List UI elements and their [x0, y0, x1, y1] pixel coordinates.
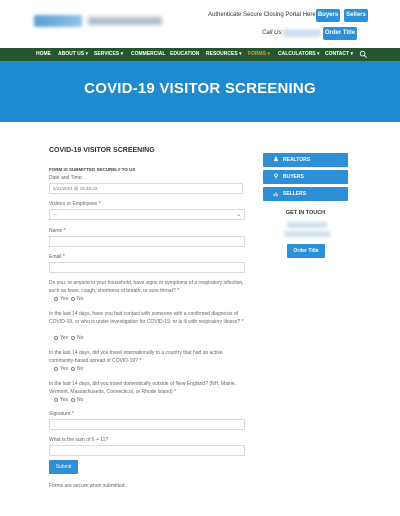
question-4-options: Yes No: [54, 397, 83, 403]
user-tie-icon: ♟: [273, 157, 279, 163]
name-field[interactable]: [49, 236, 245, 247]
visitor-select[interactable]: --- ⌄: [49, 209, 245, 220]
radio-icon[interactable]: [54, 397, 58, 402]
buyers-button[interactable]: Buyers: [316, 9, 340, 22]
form-title: COVID-19 VISITOR SCREENING: [49, 147, 155, 154]
question-2-options: Yes No: [54, 335, 83, 341]
email-label: Email *: [49, 254, 65, 260]
phone-number[interactable]: [283, 29, 321, 37]
signature-label: Signature *: [49, 411, 74, 417]
q4-no-option[interactable]: No: [70, 397, 83, 403]
question-2-label: In the last 14 days, have you had contac…: [49, 311, 244, 325]
site-header: Authenticate Secure Closing Portal Here …: [0, 0, 400, 48]
date-label: Date and Time:: [49, 175, 83, 181]
q1-no-option[interactable]: No: [70, 296, 83, 302]
call-us-label: Call Us:: [262, 30, 284, 36]
secure-portal-text[interactable]: Authenticate Secure Closing Portal Here: [208, 12, 316, 18]
submit-button[interactable]: Submit: [49, 460, 78, 474]
nav-item-contact[interactable]: CONTACT ▾: [325, 48, 353, 61]
nav-item-home[interactable]: HOME: [36, 48, 51, 61]
radio-icon[interactable]: [54, 366, 58, 371]
nav-item-education[interactable]: EDUCATION: [170, 48, 199, 61]
nav-item-about-us[interactable]: ABOUT US ▾: [58, 48, 88, 61]
radio-icon[interactable]: [70, 296, 75, 301]
main-nav: HOME ABOUT US ▾ SERVICES ▾ COMMERCIAL ED…: [0, 48, 400, 61]
question-4-label: In the last 14 days, did you travel dome…: [49, 381, 237, 395]
secure-note: FORM IS SUBMITTED SECURELY TO US: [49, 167, 136, 172]
sellers-button[interactable]: Sellers: [344, 9, 368, 22]
q4-yes-option[interactable]: Yes: [54, 397, 68, 403]
name-label: Name *: [49, 228, 66, 234]
contact-phone[interactable]: [287, 222, 327, 228]
sidebar-item-buyers[interactable]: ⚲ BUYERS: [263, 170, 348, 184]
sidebar-order-title-button[interactable]: Order Title: [287, 244, 325, 258]
contact-email[interactable]: [284, 231, 330, 237]
nav-item-calculators[interactable]: CALCULATORS ▾: [278, 48, 320, 61]
visitor-label: Visitors or Employees *: [49, 201, 101, 207]
q3-no-option[interactable]: No: [70, 366, 83, 372]
search-icon[interactable]: [359, 50, 368, 59]
email-field[interactable]: [49, 262, 245, 273]
key-icon: ⚲: [273, 174, 279, 180]
q2-yes-option[interactable]: Yes: [54, 335, 68, 341]
radio-icon[interactable]: [54, 335, 58, 340]
company-logo[interactable]: [34, 13, 162, 29]
question-3-label: In the last 14 days, did you travel inte…: [49, 350, 223, 364]
date-time-field[interactable]: 2/11/2021 @ 15:48:22: [49, 183, 243, 194]
nav-item-commercial[interactable]: COMMERCIAL: [131, 48, 165, 61]
visitor-select-value: ---: [53, 212, 58, 217]
nav-item-forms[interactable]: FORMS ▾: [248, 48, 270, 61]
bank-icon: ⛪: [272, 191, 280, 197]
question-1-options: Yes No: [54, 296, 83, 302]
q1-yes-option[interactable]: Yes: [54, 296, 68, 302]
question-3-options: Yes No: [54, 366, 83, 372]
radio-icon[interactable]: [70, 335, 75, 340]
nav-item-resources[interactable]: RESOURCES ▾: [206, 48, 242, 61]
order-title-button[interactable]: Order Title: [323, 27, 357, 40]
get-in-touch-heading: GET IN TOUCH: [285, 210, 326, 216]
radio-icon[interactable]: [54, 296, 58, 301]
captcha-field[interactable]: [49, 445, 245, 456]
signature-field[interactable]: [49, 419, 245, 430]
sidebar-item-realtors[interactable]: ♟ REALTORS: [263, 153, 348, 167]
page-title: COVID-19 VISITOR SCREENING: [84, 80, 316, 97]
q2-no-option[interactable]: No: [70, 335, 83, 341]
q3-yes-option[interactable]: Yes: [54, 366, 68, 372]
secure-footer-note: Forms are secure when submitted.: [49, 483, 126, 489]
captcha-label: What is the sum of 6 + 11?: [49, 437, 109, 443]
radio-icon[interactable]: [70, 397, 75, 402]
radio-icon[interactable]: [70, 366, 75, 371]
chevron-down-icon: ⌄: [236, 212, 241, 218]
question-1-label: Do you, or anyone in your household, hav…: [49, 280, 244, 294]
sidebar-item-sellers[interactable]: ⛪ SELLERS: [263, 187, 348, 201]
nav-item-services[interactable]: SERVICES ▾: [94, 48, 123, 61]
